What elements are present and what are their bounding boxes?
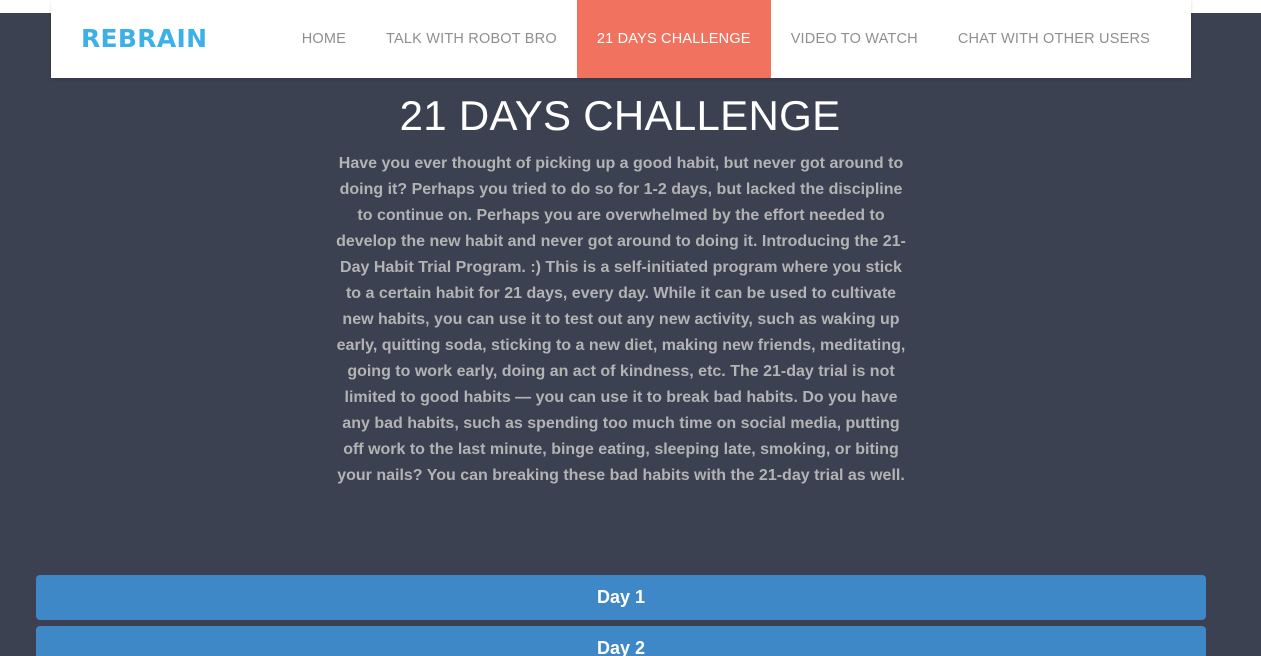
navbar: REBRAIN HOME TALK WITH ROBOT BRO 21 DAYS… [51,0,1191,78]
nav-menu: HOME TALK WITH ROBOT BRO 21 DAYS CHALLEN… [282,0,1170,78]
page-title: 21 DAYS CHALLENGE [399,92,841,139]
day-1-button[interactable]: Day 1 [36,575,1206,620]
day-2-button[interactable]: Day 2 [36,626,1206,656]
nav-item-home[interactable]: HOME [282,0,366,78]
nav-item-video-to-watch[interactable]: VIDEO TO WATCH [771,0,938,78]
nav-item-talk-with-robot-bro[interactable]: TALK WITH ROBOT BRO [366,0,577,78]
nav-item-21-days-challenge[interactable]: 21 DAYS CHALLENGE [576,0,771,78]
intro-text: Have you ever thought of picking up a go… [336,155,906,484]
brand-logo[interactable]: REBRAIN [81,24,207,53]
nav-item-chat-with-other-users[interactable]: CHAT WITH OTHER USERS [938,0,1170,78]
